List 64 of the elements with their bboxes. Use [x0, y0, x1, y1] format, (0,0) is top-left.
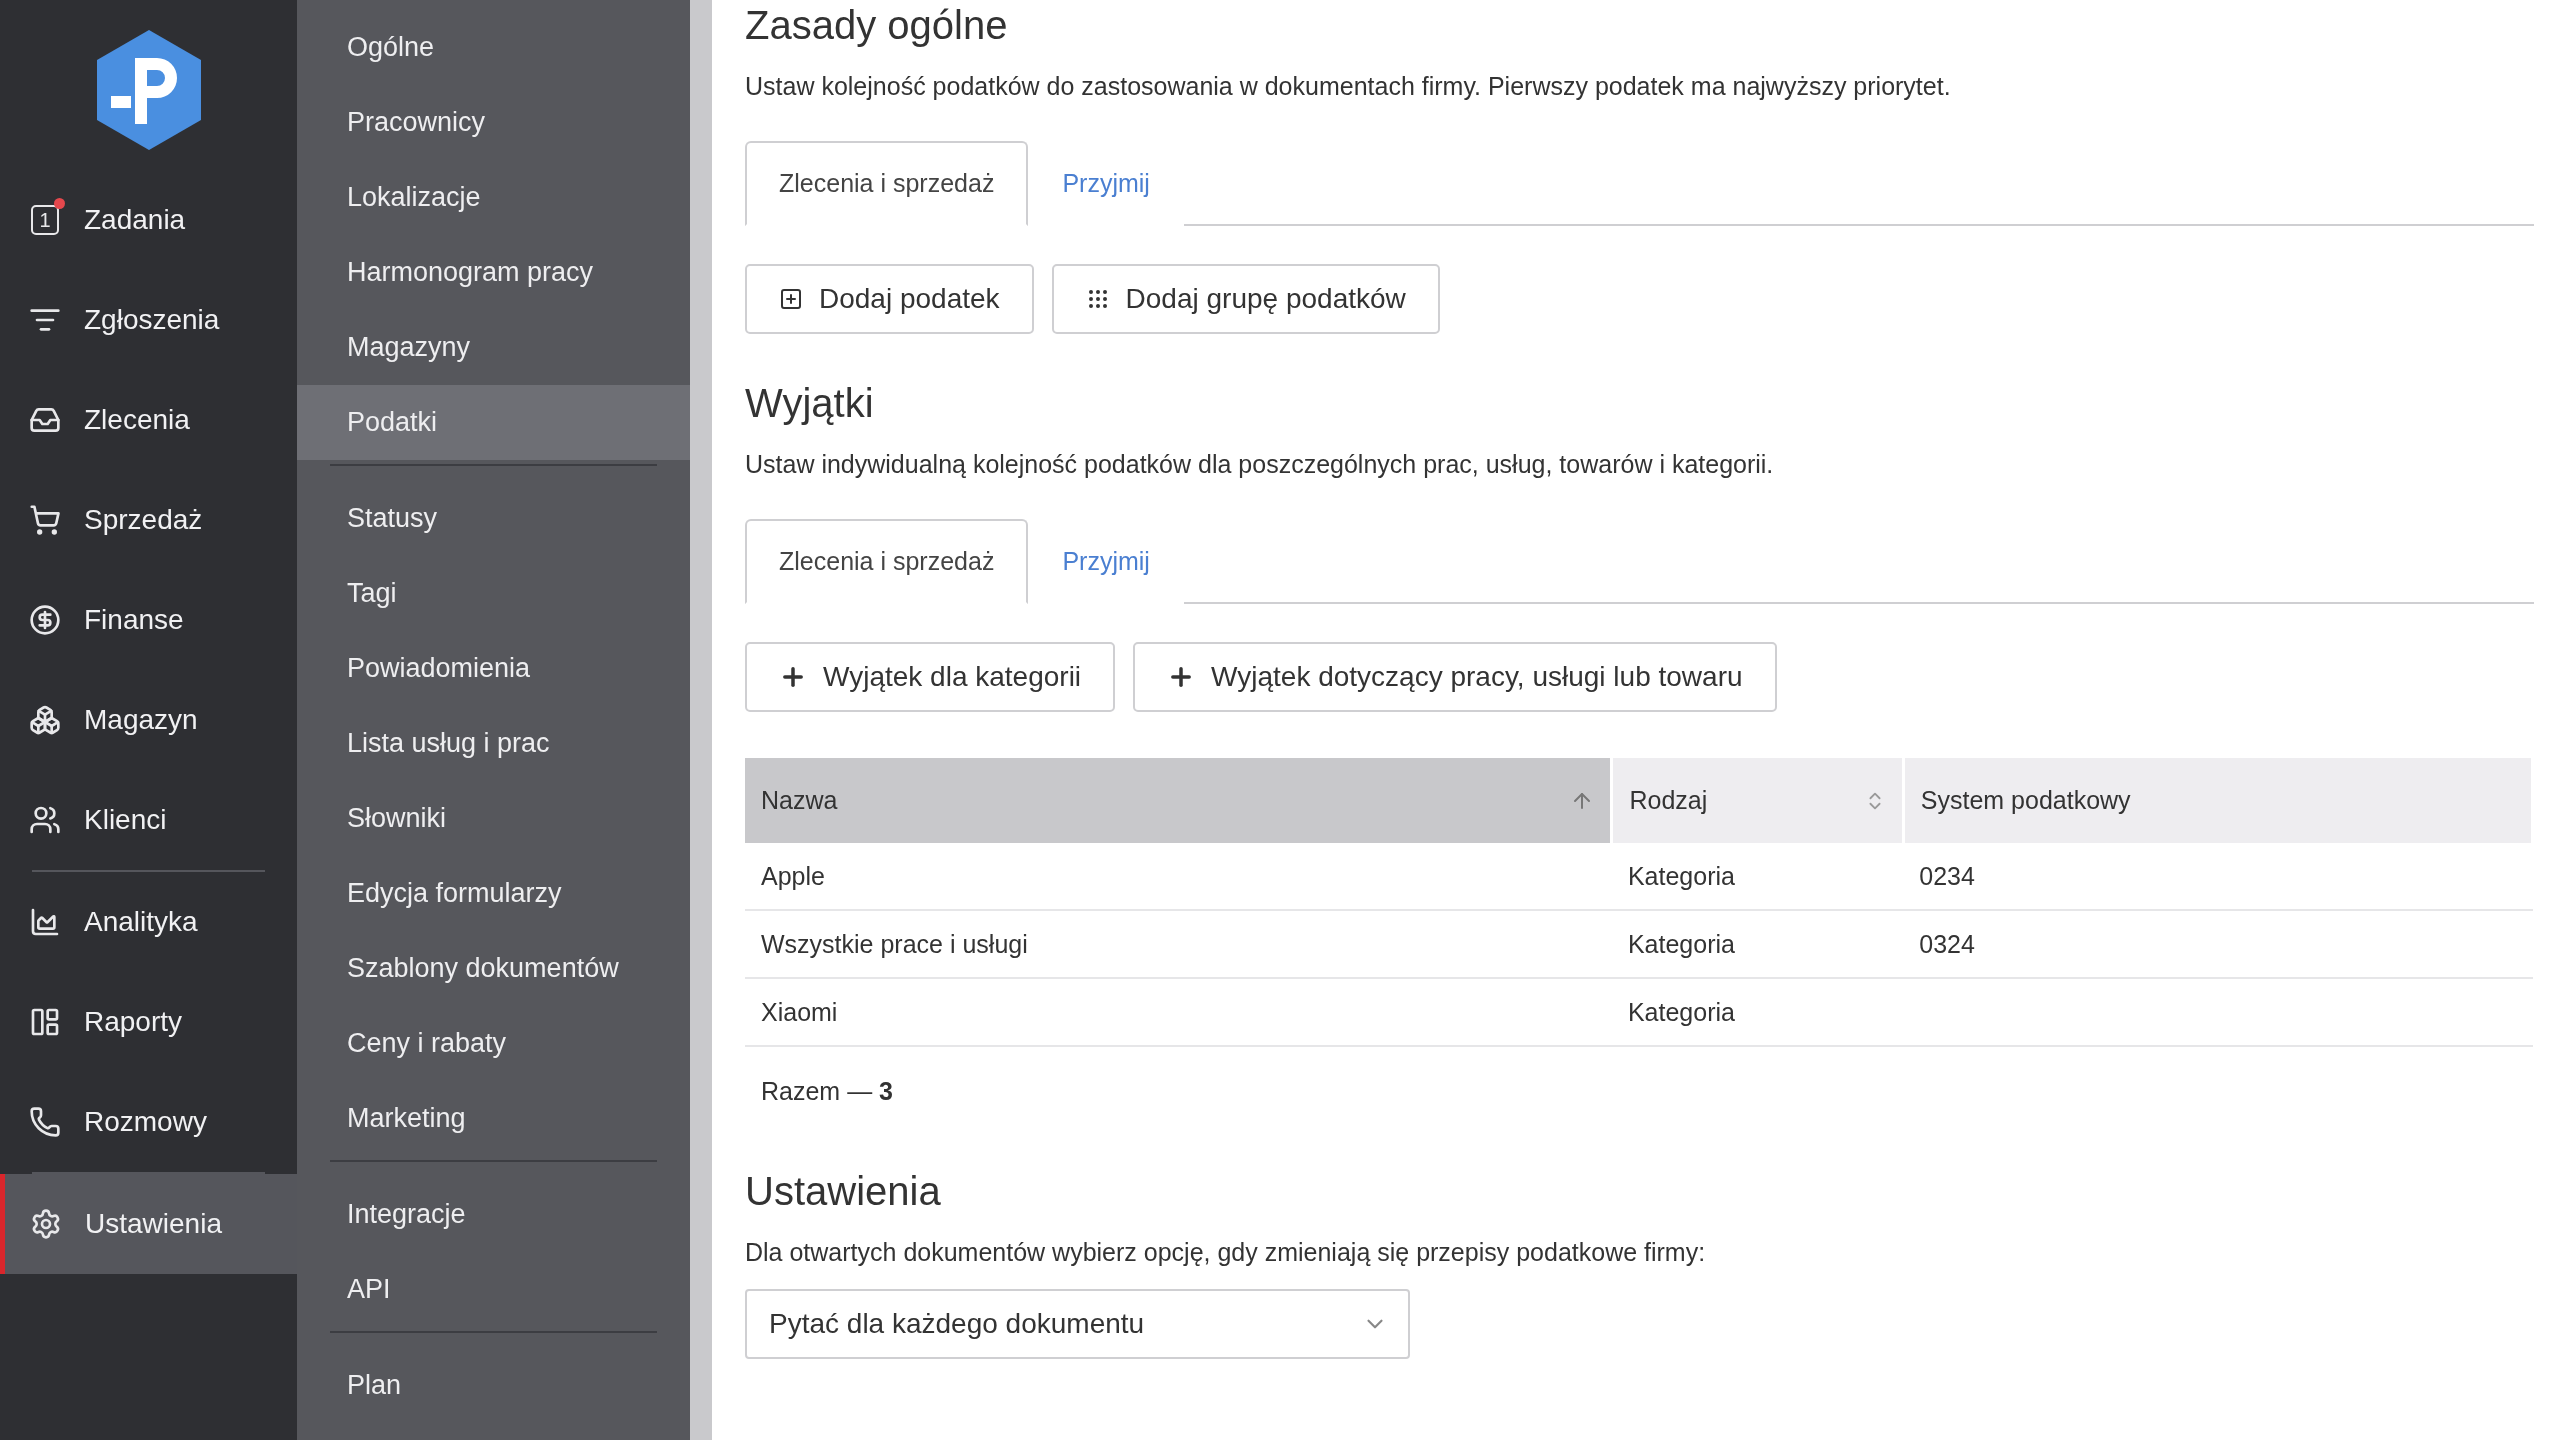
menu-item[interactable]: Statusy — [297, 481, 690, 556]
table-cell: Kategoria — [1611, 843, 1904, 910]
table-cell: 0234 — [1903, 843, 2533, 910]
nav-icon — [29, 704, 61, 736]
nav-item[interactable]: Analityka — [0, 872, 297, 972]
select-field[interactable]: Pytać dla każdego dokumentu — [745, 1289, 1410, 1359]
table-cell: Kategoria — [1611, 910, 1904, 978]
table-cell: Xiaomi — [745, 978, 1612, 1046]
menu-item[interactable]: Powiadomienia — [297, 631, 690, 706]
nav-item[interactable]: Sprzedaż — [0, 470, 297, 570]
nav-item[interactable]: Klienci — [0, 770, 297, 870]
nav-icon — [29, 804, 61, 836]
menu-item[interactable]: Podatki — [297, 385, 690, 460]
nav-item[interactable]: Zgłoszenia — [0, 270, 297, 370]
menu-item[interactable]: Szablony dokumentów — [297, 931, 690, 1006]
nav-icon — [29, 504, 61, 536]
nav-item[interactable]: Finanse — [0, 570, 297, 670]
menu-item[interactable]: Ogólne — [297, 10, 690, 85]
nav-item[interactable]: Magazyn — [0, 670, 297, 770]
nav-icon — [29, 1006, 61, 1038]
table-cell: Wszystkie prace i usługi — [745, 910, 1612, 978]
menu-item[interactable]: Ceny i rabaty — [297, 1006, 690, 1081]
nav-icon — [29, 1106, 61, 1138]
menu-item[interactable]: Magazyny — [297, 310, 690, 385]
plus-icon — [779, 287, 803, 311]
tab[interactable]: Zlecenia i sprzedaż — [745, 519, 1029, 604]
section-title: Ustawienia — [745, 1168, 942, 1215]
table-cell: Apple — [745, 843, 1612, 910]
nav-icon — [29, 906, 61, 938]
section-description: Dla otwartych dokumentów wybierz opcję, gdy zmieniają się przepisy podatkowe firmy: — [745, 1238, 1707, 1267]
menu-item[interactable]: Pracownicy — [297, 85, 690, 160]
menu-item[interactable]: Edycja formularzy — [297, 856, 690, 931]
menu-item[interactable]: Harmonogram pracy — [297, 235, 690, 310]
menu-item[interactable]: Integracje — [297, 1177, 690, 1252]
menu-item[interactable]: Tagi — [297, 556, 690, 631]
column-header[interactable]: Nazwa — [745, 758, 1612, 843]
scrollbar[interactable] — [690, 0, 712, 1440]
nav-item[interactable]: Raporty — [0, 972, 297, 1072]
nav-item[interactable]: Zlecenia — [0, 370, 297, 470]
column-header[interactable]: System podatkowy — [1903, 758, 2533, 843]
nav-item[interactable]: 1 Zadania — [0, 170, 297, 270]
menu-item[interactable]: API — [297, 1252, 690, 1327]
add-exception-button[interactable]: Wyjątek dla kategorii — [745, 642, 1116, 712]
section-description: Ustaw indywidualną kolejność podatków dla poszczególnych prac, usług, towarów i kategorii. — [745, 450, 1775, 479]
section-description: Ustaw kolejność podatków do zastosowania w dokumentach firmy. Pierwszy podatek ma najwyższy priorytet. — [745, 72, 1952, 101]
section-title: Wyjątki — [745, 380, 875, 427]
add-group-button[interactable]: Dodaj grupę podatków — [1051, 264, 1440, 334]
nav-icon — [29, 604, 61, 636]
nav-icon — [30, 1208, 62, 1240]
column-header[interactable]: Rodzaj — [1611, 758, 1904, 843]
total-count: Razem — 3 — [761, 1077, 894, 1106]
menu-item[interactable]: Marketing — [297, 1081, 690, 1156]
nav-item[interactable]: Ustawienia — [0, 1174, 297, 1274]
menu-item[interactable]: Plan — [297, 1348, 690, 1423]
table-cell: 0324 — [1903, 910, 2533, 978]
menu-item[interactable]: Słowniki — [297, 781, 690, 856]
tab[interactable]: Zlecenia i sprzedaż — [745, 141, 1029, 226]
nav-item[interactable]: Rozmowy — [0, 1072, 297, 1172]
table-cell: Kategoria — [1611, 978, 1904, 1046]
menu-item[interactable]: Lista usług i prac — [297, 706, 690, 781]
add-exception-button[interactable]: Wyjątek dotyczący pracy, usługi lub towaru — [1133, 642, 1777, 712]
add-button[interactable]: Dodaj podatek — [745, 264, 1034, 334]
menu-item[interactable]: Lokalizacje — [297, 160, 690, 235]
section-title: Zasady ogólne — [745, 2, 1009, 49]
